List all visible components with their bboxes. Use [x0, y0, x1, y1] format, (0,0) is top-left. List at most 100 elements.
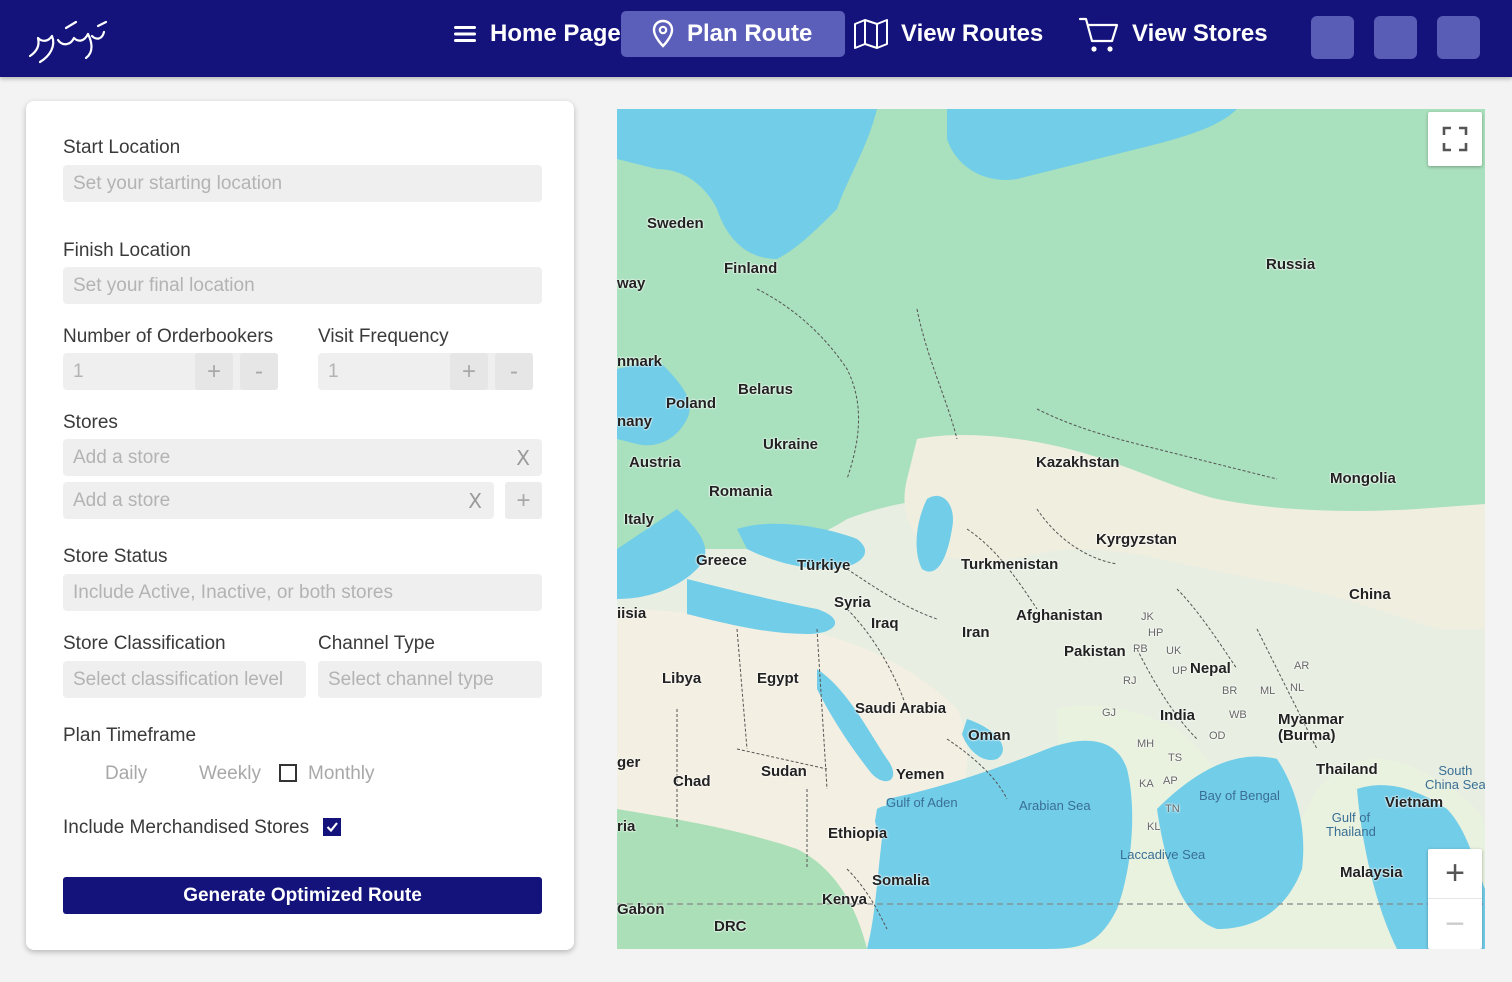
nav-action-button-3[interactable]: [1437, 16, 1480, 59]
map-label-od: OD: [1209, 730, 1226, 742]
channel-placeholder: Select channel type: [328, 668, 494, 690]
orderbookers-decrement-button[interactable]: -: [240, 353, 278, 390]
fullscreen-button[interactable]: [1428, 112, 1482, 166]
start-location-label: Start Location: [63, 137, 181, 158]
clear-store-icon[interactable]: X: [468, 489, 482, 513]
map-label-nl: NL: [1290, 682, 1305, 694]
zoom-in-button[interactable]: +: [1428, 849, 1482, 899]
store-placeholder-1: Add a store: [73, 446, 171, 468]
map-label-myanmar: Myanmar (Burma): [1278, 711, 1344, 744]
finish-location-placeholder: Set your final location: [73, 274, 255, 296]
generate-optimized-route-button[interactable]: Generate Optimized Route: [63, 877, 542, 914]
nav-view-routes-label: View Routes: [901, 20, 1044, 47]
zoom-out-button[interactable]: −: [1428, 899, 1482, 949]
map-label-drc: DRC: [714, 918, 747, 935]
map-label-up: UP: [1172, 665, 1188, 677]
map-label-greece: Greece: [696, 552, 747, 569]
nav-home-page[interactable]: Home Page: [452, 11, 621, 57]
add-store-button[interactable]: +: [505, 482, 542, 519]
map-label-mh: MH: [1137, 738, 1155, 750]
map-label-saudi-arabia: Saudi Arabia: [855, 700, 947, 717]
orderbookers-increment-button[interactable]: +: [195, 353, 233, 390]
map-label-pb: PB: [1133, 643, 1148, 655]
orderbookers-label: Number of Orderbookers: [63, 326, 274, 347]
map-label-egypt: Egypt: [757, 670, 799, 687]
map-label-ka: KA: [1139, 778, 1154, 790]
plan-timeframe-label: Plan Timeframe: [63, 725, 197, 746]
map-label-china: China: [1349, 586, 1391, 603]
timeframe-option-weekly[interactable]: Weekly: [199, 763, 261, 785]
map-label-sweden: Sweden: [647, 215, 704, 232]
shopping-cart-icon: [1078, 17, 1119, 52]
start-location-placeholder: Set your starting location: [73, 172, 283, 194]
clear-store-icon[interactable]: X: [516, 446, 530, 470]
top-navbar: Home Page Plan Route View Routes View St…: [0, 0, 1512, 77]
map-label-gulf-of-thailand: Gulf of Thailand: [1326, 810, 1376, 839]
map-label-italy: Italy: [624, 511, 655, 528]
nav-view-stores[interactable]: View Stores: [1078, 11, 1268, 57]
map-label-oman: Oman: [968, 727, 1011, 744]
merchandised-stores-label: Include Merchandised Stores: [63, 817, 310, 838]
map-label-iran: Iran: [962, 624, 990, 641]
finish-location-label: Finish Location: [63, 240, 191, 261]
map-view[interactable]: Sweden Finland Russia way nmark Poland B…: [617, 109, 1485, 949]
monthly-checkbox[interactable]: [279, 764, 297, 782]
nav-view-stores-label: View Stores: [1132, 20, 1268, 47]
store-input-2[interactable]: Add a store X: [63, 482, 494, 519]
map-label-germany: nany: [617, 413, 653, 430]
map-label-wb: WB: [1229, 709, 1247, 721]
frequency-increment-button[interactable]: +: [450, 353, 488, 390]
map-label-bay-of-bengal: Bay of Bengal: [1199, 788, 1280, 803]
map-label-kyrgyzstan: Kyrgyzstan: [1096, 531, 1177, 548]
nav-plan-route[interactable]: Plan Route: [621, 11, 845, 57]
map-label-turkiye: Türkiye: [797, 557, 851, 574]
store-placeholder-2: Add a store: [73, 489, 171, 511]
map-label-kl: KL: [1147, 821, 1161, 833]
nav-view-routes[interactable]: View Routes: [853, 11, 1043, 57]
visit-frequency-label: Visit Frequency: [318, 326, 449, 347]
visit-frequency-stepper[interactable]: 1 + -: [318, 353, 533, 390]
map-label-india: India: [1160, 707, 1196, 724]
nav-home-label: Home Page: [490, 20, 621, 47]
map-label-sudan: Sudan: [761, 763, 807, 780]
app-logo[interactable]: [22, 12, 108, 66]
map-label-vietnam: Vietnam: [1385, 794, 1444, 811]
checkmark-icon: [326, 822, 338, 833]
map-label-norway: way: [617, 275, 646, 292]
store-classification-select[interactable]: Select classification level: [63, 661, 306, 698]
map-label-jk: JK: [1141, 611, 1154, 623]
map-label-syria: Syria: [834, 594, 871, 611]
map-label-pakistan: Pakistan: [1064, 643, 1126, 660]
map-label-somalia: Somalia: [872, 872, 930, 889]
store-classification-label: Store Classification: [63, 633, 226, 654]
orderbookers-value: 1: [73, 360, 84, 382]
map-label-denmark: nmark: [617, 353, 663, 370]
map-label-afghanistan: Afghanistan: [1016, 607, 1103, 624]
map-label-ts: TS: [1168, 752, 1183, 764]
nav-action-button-1[interactable]: [1311, 16, 1354, 59]
store-status-placeholder: Include Active, Inactive, or both stores: [73, 581, 394, 603]
start-location-input[interactable]: Set your starting location: [63, 165, 542, 202]
map-label-gabon: Gabon: [617, 901, 665, 918]
timeframe-option-monthly[interactable]: Monthly: [308, 763, 375, 785]
frequency-decrement-button[interactable]: -: [495, 353, 533, 390]
store-input-1[interactable]: Add a store X: [63, 439, 542, 476]
orderbookers-stepper[interactable]: 1 + -: [63, 353, 278, 390]
nav-plan-label: Plan Route: [687, 20, 813, 47]
map-label-south-china-sea: South China Sea: [1425, 763, 1485, 792]
map-label-hp: HP: [1148, 627, 1164, 639]
map-label-mongolia: Mongolia: [1330, 470, 1396, 487]
channel-type-select[interactable]: Select channel type: [318, 661, 542, 698]
map-label-finland: Finland: [724, 260, 778, 277]
store-status-select[interactable]: Include Active, Inactive, or both stores: [63, 574, 542, 611]
merchandised-stores-checkbox[interactable]: [323, 818, 341, 836]
map-label-romania: Romania: [709, 483, 773, 500]
store-status-label: Store Status: [63, 546, 168, 567]
nav-action-button-2[interactable]: [1374, 16, 1417, 59]
map-label-ml: ML: [1260, 685, 1276, 697]
map-label-rj: RJ: [1123, 675, 1137, 687]
map-label-kazakhstan: Kazakhstan: [1036, 454, 1120, 471]
finish-location-input[interactable]: Set your final location: [63, 267, 542, 304]
timeframe-option-daily[interactable]: Daily: [105, 763, 147, 785]
map-label-libya: Libya: [662, 670, 702, 687]
